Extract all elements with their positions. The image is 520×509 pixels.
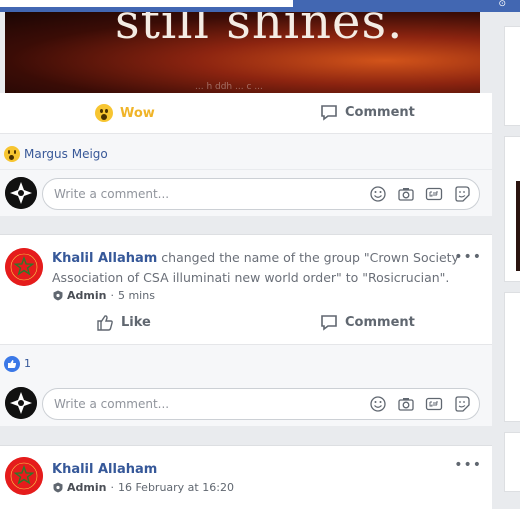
- reactor-name[interactable]: Margus Meigo: [24, 147, 108, 161]
- comment-icon: [321, 105, 337, 121]
- post-time[interactable]: 16 February at 16:20: [118, 481, 234, 494]
- post-2-story: Khalil Allaham changed the name of the g…: [52, 248, 462, 287]
- likes-summary: 1: [0, 344, 492, 380]
- comment-button[interactable]: Comment: [320, 314, 415, 331]
- reactor-list[interactable]: Margus Meigo: [4, 146, 108, 162]
- camera-icon[interactable]: [397, 395, 415, 413]
- top-navigation-bar: ⊙: [0, 0, 520, 12]
- post-meta: Admin · 5 mins: [53, 289, 155, 302]
- post-3: Khalil Allaham Admin · 16 February at 16…: [0, 445, 492, 509]
- post-3-header: Khalil Allaham: [52, 459, 462, 479]
- comment-composer: Write a comment...: [0, 380, 492, 426]
- more-options-icon[interactable]: •••: [454, 249, 482, 265]
- camera-icon[interactable]: [397, 185, 415, 203]
- post-meta: Admin · 16 February at 16:20: [53, 481, 234, 494]
- sidebar-card: [504, 136, 520, 282]
- top-bar-strip: [0, 0, 293, 7]
- like-label: Like: [121, 315, 151, 330]
- gif-icon[interactable]: [425, 395, 443, 413]
- post-2: Khalil Allaham changed the name of the g…: [0, 234, 492, 344]
- comment-label: Comment: [345, 105, 415, 120]
- comment-label: Comment: [345, 315, 415, 330]
- sidebar-thumbnail[interactable]: [516, 181, 520, 271]
- admin-label: Admin: [67, 481, 107, 494]
- post-time[interactable]: 5 mins: [118, 289, 155, 302]
- thumbs-up-icon: [97, 315, 113, 331]
- user-avatar[interactable]: [5, 177, 37, 209]
- like-button[interactable]: Like: [96, 314, 151, 331]
- sidebar-card: [504, 432, 520, 492]
- author-name[interactable]: Khalil Allaham: [52, 462, 157, 477]
- admin-shield-icon: [53, 482, 63, 493]
- comment-input[interactable]: Write a comment...: [42, 178, 480, 210]
- comment-composer: Write a comment...: [0, 170, 492, 216]
- like-badge-icon: [4, 356, 20, 372]
- reactions-summary: Margus Meigo: [0, 133, 492, 169]
- sidebar-card: [504, 26, 520, 126]
- meta-separator: ·: [110, 481, 114, 494]
- more-options-icon[interactable]: •••: [454, 457, 482, 473]
- user-avatar[interactable]: [5, 387, 37, 419]
- wow-emoji-icon: [4, 146, 20, 162]
- comment-button[interactable]: Comment: [320, 104, 415, 121]
- sticker-icon[interactable]: [453, 185, 471, 203]
- comment-input[interactable]: Write a comment...: [42, 388, 480, 420]
- wow-emoji-icon: [95, 104, 113, 122]
- post-image-watermark: ... h ddh ... c ...: [195, 82, 263, 92]
- post-image[interactable]: still shines. ... h ddh ... c ...: [5, 12, 480, 93]
- post-image-text: still shines.: [115, 12, 404, 50]
- author-avatar[interactable]: [5, 457, 43, 495]
- comment-icon: [321, 315, 337, 331]
- admin-label: Admin: [67, 289, 107, 302]
- wow-reaction-button[interactable]: Wow: [95, 104, 155, 122]
- account-icon[interactable]: ⊙: [498, 0, 506, 9]
- admin-shield-icon: [53, 290, 63, 301]
- sidebar-card: [504, 292, 520, 422]
- emoji-icon[interactable]: [369, 395, 387, 413]
- author-name[interactable]: Khalil Allaham: [52, 251, 157, 266]
- sticker-icon[interactable]: [453, 395, 471, 413]
- right-sidebar: [504, 12, 520, 509]
- meta-separator: ·: [110, 289, 114, 302]
- comment-placeholder: Write a comment...: [54, 397, 170, 411]
- post-1-actions: Wow Comment: [0, 93, 492, 133]
- like-count[interactable]: 1: [24, 357, 31, 370]
- gif-icon[interactable]: [425, 185, 443, 203]
- author-avatar[interactable]: [5, 248, 43, 286]
- wow-label: Wow: [120, 105, 155, 121]
- emoji-icon[interactable]: [369, 185, 387, 203]
- comment-placeholder: Write a comment...: [54, 187, 170, 201]
